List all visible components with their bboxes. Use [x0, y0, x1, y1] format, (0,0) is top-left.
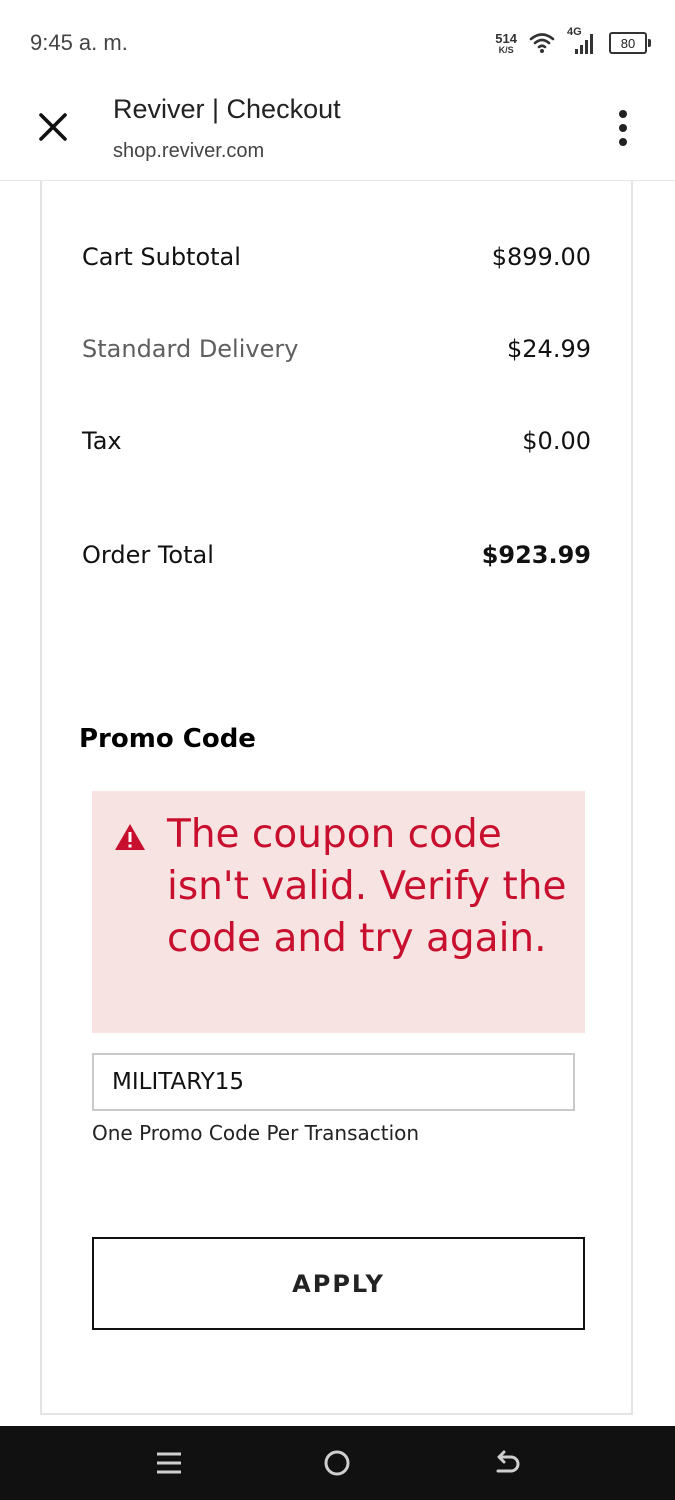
more-options-button[interactable] — [609, 110, 637, 146]
summary-row-subtotal: Cart Subtotal $899.00 — [82, 243, 591, 271]
system-nav-bar — [0, 1426, 675, 1500]
order-total-value: $923.99 — [481, 541, 591, 569]
promo-code-input[interactable] — [92, 1053, 575, 1111]
promo-error-alert: The coupon code isn't valid. Verify the … — [92, 791, 585, 1033]
more-vert-icon — [619, 110, 627, 146]
recents-icon — [157, 1452, 181, 1474]
summary-value: $0.00 — [522, 427, 591, 455]
order-summary-card: Cart Subtotal $899.00 Standard Delivery … — [40, 181, 633, 1415]
summary-value: $899.00 — [491, 243, 591, 271]
summary-row-delivery: Standard Delivery $24.99 — [82, 335, 591, 363]
apply-button[interactable]: APPLY — [92, 1237, 585, 1330]
promo-code-note: One Promo Code Per Transaction — [92, 1121, 420, 1145]
summary-value: $24.99 — [507, 335, 591, 363]
battery-icon: 80 — [609, 32, 651, 54]
promo-code-heading: Promo Code — [79, 724, 256, 754]
cellular-signal-icon: 4G — [567, 26, 597, 56]
status-time: 9:45 a. m. — [30, 30, 128, 55]
summary-label: Tax — [82, 427, 122, 455]
network-speed-unit: K/S — [498, 44, 514, 55]
battery-level: 80 — [620, 35, 636, 51]
close-icon — [39, 113, 67, 141]
status-bar: 9:45 a. m. 514 K/S 4G 80 — [0, 0, 675, 84]
home-button[interactable] — [322, 1448, 352, 1478]
close-button[interactable] — [32, 106, 74, 148]
back-button[interactable] — [492, 1448, 522, 1478]
order-total-label: Order Total — [82, 541, 214, 569]
wifi-icon — [529, 33, 555, 53]
page-url: shop.reviver.com — [113, 140, 265, 162]
status-icons: 514 K/S 4G 80 — [495, 26, 651, 60]
summary-label: Standard Delivery — [82, 335, 299, 363]
network-speed: 514 K/S — [495, 32, 517, 55]
warning-icon — [115, 824, 145, 850]
page-title: Reviver | Checkout — [113, 94, 341, 124]
custom-tab-toolbar: Reviver | Checkout shop.reviver.com — [0, 84, 675, 181]
network-speed-value: 514 — [495, 30, 517, 46]
promo-error-message: The coupon code isn't valid. Verify the … — [167, 812, 567, 961]
home-icon — [324, 1450, 350, 1476]
summary-label: Cart Subtotal — [82, 243, 241, 271]
summary-row-order-total: Order Total $923.99 — [82, 541, 591, 569]
back-icon — [496, 1450, 520, 1473]
recents-button[interactable] — [154, 1448, 184, 1478]
summary-row-tax: Tax $0.00 — [82, 427, 591, 455]
